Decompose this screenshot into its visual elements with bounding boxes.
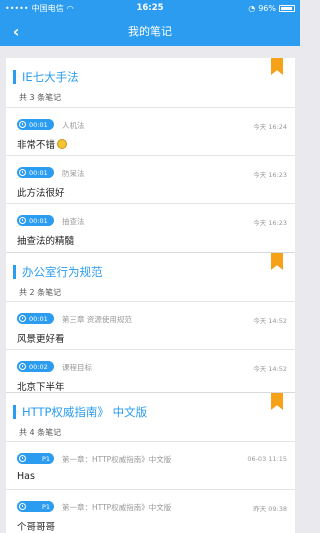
group-count: 共 4 条笔记 — [19, 428, 62, 437]
timestamp-badge[interactable]: 00:01 — [17, 119, 54, 130]
note-time: 今天 14:52 — [253, 317, 287, 325]
group-header[interactable]: 办公室行为规范 共 2 条笔记 — [6, 252, 295, 302]
note-group-ie[interactable]: IE七大手法 共 3 条笔记 00:01 人机法 今天 16:24 非常不错 0… — [6, 58, 295, 252]
group-header[interactable]: HTTP权威指南》 中文版 共 4 条笔记 — [6, 392, 295, 442]
note-text: 非常不错 — [17, 137, 68, 151]
clock-icon — [19, 217, 26, 224]
note-time: 昨天 09:38 — [253, 505, 287, 513]
bookmark-icon — [271, 58, 283, 75]
note-item[interactable]: 00:01 第三章 资源使用规范 今天 14:52 风景更好看 — [6, 302, 295, 350]
status-bar: ••••• 中国电信 ◠ 16:25 ◔ 96% — [0, 0, 300, 16]
group-accent-bar — [13, 405, 16, 419]
note-time: 今天 16:23 — [253, 171, 287, 179]
bookmark-icon — [271, 393, 283, 410]
timestamp-label: 00:02 — [29, 362, 48, 371]
eye-icon — [19, 455, 26, 462]
page-label: P1 — [41, 502, 50, 511]
clock-icon — [19, 315, 26, 322]
note-item[interactable]: 00:01 抽查法 今天 16:23 抽查法的精髓 — [6, 204, 295, 252]
timestamp-badge[interactable]: 00:01 — [17, 313, 54, 324]
nav-bar: ‹ 我的笔记 — [0, 16, 300, 46]
note-source: 第一章：HTTP权威指南》中文版 — [62, 455, 172, 464]
note-text: 个哥哥哥 — [17, 522, 56, 533]
page-title: 我的笔记 — [128, 25, 172, 38]
note-text: 此方法很好 — [17, 188, 65, 199]
group-count: 共 3 条笔记 — [19, 93, 62, 102]
note-item[interactable]: P1 第一章：HTTP权威指南》中文版 昨天 09:38 个哥哥哥 — [6, 490, 295, 533]
note-text-content: 非常不错 — [17, 140, 56, 151]
page-badge[interactable]: P1 — [17, 501, 54, 512]
note-time: 今天 16:24 — [253, 123, 287, 131]
note-time: 06-03 11:15 — [247, 455, 287, 463]
note-source: 防呆法 — [62, 169, 85, 178]
clock-icon — [19, 363, 26, 370]
smile-emoji-icon — [57, 139, 68, 149]
note-source: 课程目标 — [62, 363, 92, 372]
group-accent-bar — [13, 265, 16, 279]
status-time: 16:25 — [136, 3, 164, 13]
group-header[interactable]: IE七大手法 共 3 条笔记 — [6, 58, 295, 108]
timestamp-label: 00:01 — [29, 120, 48, 129]
battery-icon — [279, 4, 295, 12]
note-group-office[interactable]: 办公室行为规范 共 2 条笔记 00:01 第三章 资源使用规范 今天 14:5… — [6, 252, 295, 393]
clock-icon — [19, 169, 26, 176]
note-item[interactable]: 00:02 课程目标 今天 14:52 北京下半年 — [6, 350, 295, 398]
group-title: IE七大手法 — [22, 70, 79, 84]
timestamp-badge[interactable]: 00:02 — [17, 361, 54, 372]
note-text: 风景更好看 — [17, 334, 65, 345]
page-label: P1 — [41, 454, 50, 463]
chevron-left-icon[interactable]: ‹ — [6, 20, 26, 42]
note-time: 今天 14:52 — [253, 365, 287, 373]
clock-icon — [19, 121, 26, 128]
note-source: 人机法 — [62, 121, 85, 130]
timestamp-label: 00:01 — [29, 168, 48, 177]
timestamp-label: 00:01 — [29, 216, 48, 225]
bookmark-icon — [271, 253, 283, 270]
group-accent-bar — [13, 70, 16, 84]
note-item[interactable]: 00:01 防呆法 今天 16:23 此方法很好 — [6, 156, 295, 204]
group-title: HTTP权威指南》 中文版 — [22, 405, 148, 419]
note-item[interactable]: 00:01 人机法 今天 16:24 非常不错 — [6, 108, 295, 156]
group-title: 办公室行为规范 — [22, 265, 103, 279]
note-source: 抽查法 — [62, 217, 85, 226]
timestamp-label: 00:01 — [29, 314, 48, 323]
timestamp-badge[interactable]: 00:01 — [17, 215, 54, 226]
page-badge[interactable]: P1 — [17, 453, 54, 464]
note-text: 北京下半年 — [17, 382, 65, 393]
note-item[interactable]: P1 第一章：HTTP权威指南》中文版 06-03 11:15 Has — [6, 442, 295, 490]
note-source: 第一章：HTTP权威指南》中文版 — [62, 503, 172, 512]
note-group-http[interactable]: HTTP权威指南》 中文版 共 4 条笔记 P1 第一章：HTTP权威指南》中文… — [6, 392, 295, 533]
note-text: Has — [17, 471, 35, 482]
note-source: 第三章 资源使用规范 — [62, 315, 132, 324]
group-count: 共 2 条笔记 — [19, 288, 62, 297]
timestamp-badge[interactable]: 00:01 — [17, 167, 54, 178]
note-time: 今天 16:23 — [253, 219, 287, 227]
eye-icon — [19, 503, 26, 510]
note-text: 抽查法的精髓 — [17, 236, 75, 247]
